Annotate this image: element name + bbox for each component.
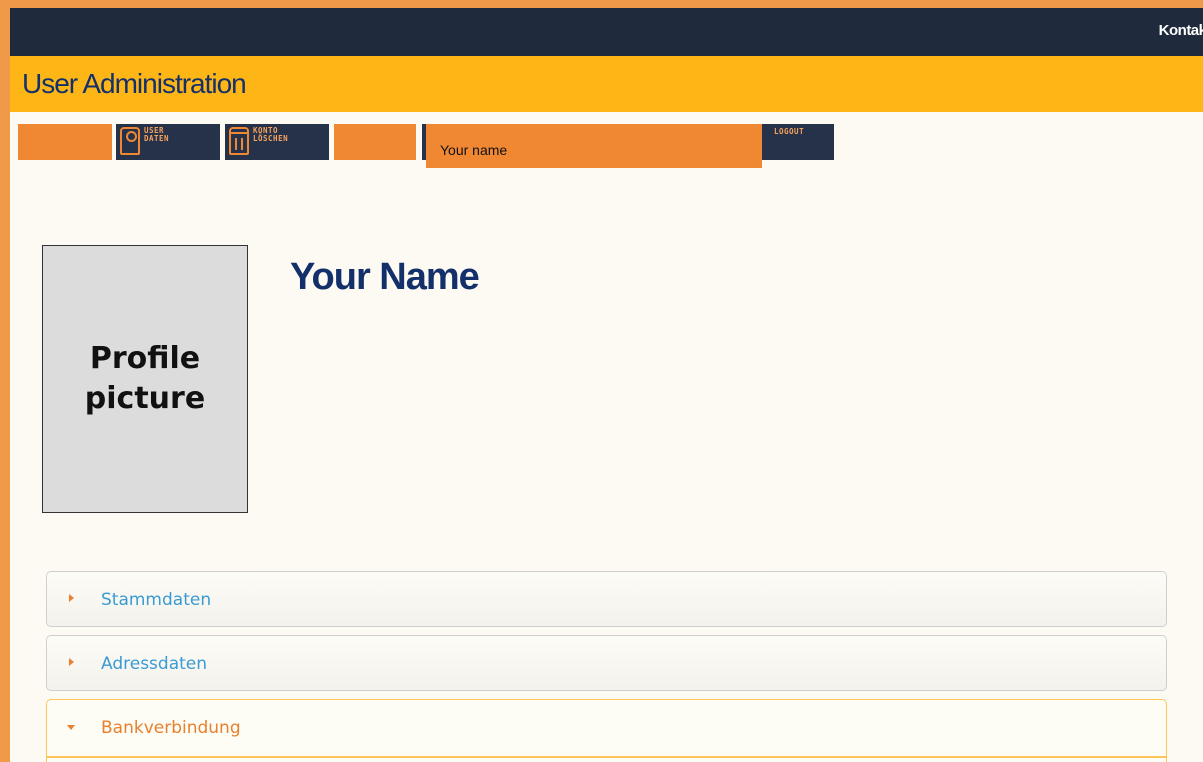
trash-icon — [229, 127, 249, 155]
title-bar: User Administration — [10, 56, 1203, 112]
top-nav-bar: Kontakt — [10, 8, 1203, 56]
profile-picture[interactable]: Profile picture — [42, 245, 248, 513]
caret-down-icon — [67, 725, 75, 730]
user-icon — [120, 127, 140, 155]
user-data-button[interactable]: USER DATEN — [116, 124, 220, 160]
accordion-label: Bankverbindung — [101, 718, 241, 738]
accordion-divider — [47, 756, 1166, 758]
toolbar-spacer — [334, 124, 416, 160]
accordion-bankverbindung[interactable]: Bankverbindung — [46, 699, 1167, 762]
caret-right-icon — [69, 658, 74, 666]
contact-link[interactable]: Kontakt — [1159, 22, 1203, 39]
accordion-label: Stammdaten — [101, 590, 212, 610]
caret-right-icon — [69, 594, 74, 602]
user-data-label: USER DATEN — [144, 126, 170, 143]
profile-name: Your Name — [290, 256, 480, 298]
name-input[interactable] — [440, 142, 740, 158]
delete-account-label: KONTO LÖSCHEN — [253, 126, 289, 143]
toolbar-spacer — [18, 124, 112, 160]
logout-button[interactable]: LOGOUT — [770, 124, 834, 160]
app-frame: Kontakt User Administration USER DATEN K… — [10, 8, 1203, 762]
page-heading: User Administration — [22, 68, 247, 99]
name-field[interactable] — [426, 124, 762, 168]
accordion-label: Adressdaten — [101, 654, 208, 674]
accordion-stammdaten[interactable]: Stammdaten — [46, 571, 1167, 627]
logout-label: LOGOUT — [774, 127, 805, 136]
accordion-adressdaten[interactable]: Adressdaten — [46, 635, 1167, 691]
delete-account-button[interactable]: KONTO LÖSCHEN — [225, 124, 329, 160]
toolbar: USER DATEN KONTO LÖSCHEN LOGOUT — [18, 124, 848, 168]
profile-picture-label: Profile picture — [84, 341, 206, 416]
